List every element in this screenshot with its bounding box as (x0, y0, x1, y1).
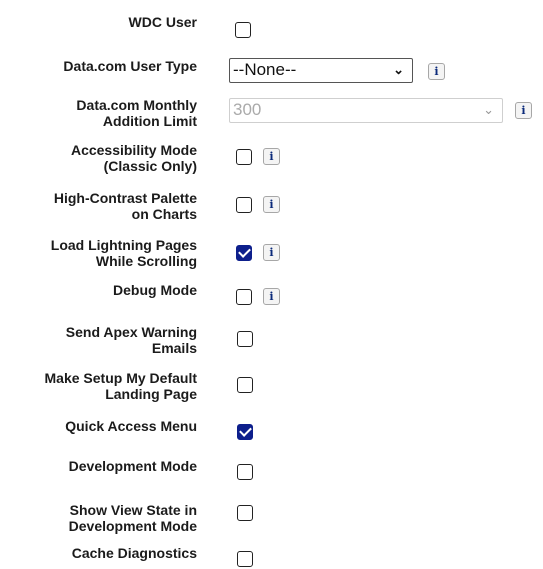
setting-label: Data.com User Type (63, 58, 197, 74)
quick-access-checkbox[interactable] (237, 424, 253, 440)
datacom-monthly-limit-select: 300 ⌄ (229, 98, 503, 123)
setting-label: Make Setup My Default Landing Page (44, 370, 197, 402)
info-icon[interactable]: i (515, 102, 532, 119)
setting-label: Quick Access Menu (65, 418, 197, 434)
chevron-down-icon: ⌄ (483, 102, 494, 117)
info-icon[interactable]: i (263, 196, 280, 213)
accessibility-mode-checkbox[interactable] (236, 149, 252, 165)
setting-label: Development Mode (68, 458, 197, 474)
wdc-user-checkbox[interactable] (235, 22, 251, 38)
setting-label: Debug Mode (113, 282, 197, 298)
send-apex-warning-checkbox[interactable] (237, 331, 253, 347)
view-state-checkbox[interactable] (237, 505, 253, 521)
setting-label: Send Apex Warning Emails (65, 324, 197, 356)
setting-label: Show View State in Development Mode (68, 502, 197, 534)
setting-label: Data.com Monthly Addition Limit (76, 97, 197, 129)
setting-label: High-Contrast Palette on Charts (53, 190, 197, 222)
select-value: --None-- (233, 60, 297, 79)
development-mode-checkbox[interactable] (237, 464, 253, 480)
setting-label: WDC User (128, 14, 197, 30)
load-lightning-checkbox[interactable] (236, 245, 252, 261)
setting-label: Load Lightning Pages While Scrolling (50, 237, 197, 269)
select-value: 300 (233, 100, 262, 119)
high-contrast-checkbox[interactable] (236, 197, 252, 213)
setup-landing-checkbox[interactable] (237, 377, 253, 393)
info-icon[interactable]: i (263, 148, 280, 165)
info-icon[interactable]: i (428, 63, 445, 80)
info-icon[interactable]: i (263, 244, 280, 261)
datacom-user-type-select[interactable]: --None-- ⌄ (229, 58, 413, 83)
setting-label: Accessibility Mode (Classic Only) (70, 142, 197, 174)
setting-label: Cache Diagnostics (71, 545, 197, 561)
chevron-down-icon: ⌄ (393, 62, 404, 77)
cache-diagnostics-checkbox[interactable] (237, 551, 253, 567)
debug-mode-checkbox[interactable] (236, 289, 252, 305)
info-icon[interactable]: i (263, 288, 280, 305)
